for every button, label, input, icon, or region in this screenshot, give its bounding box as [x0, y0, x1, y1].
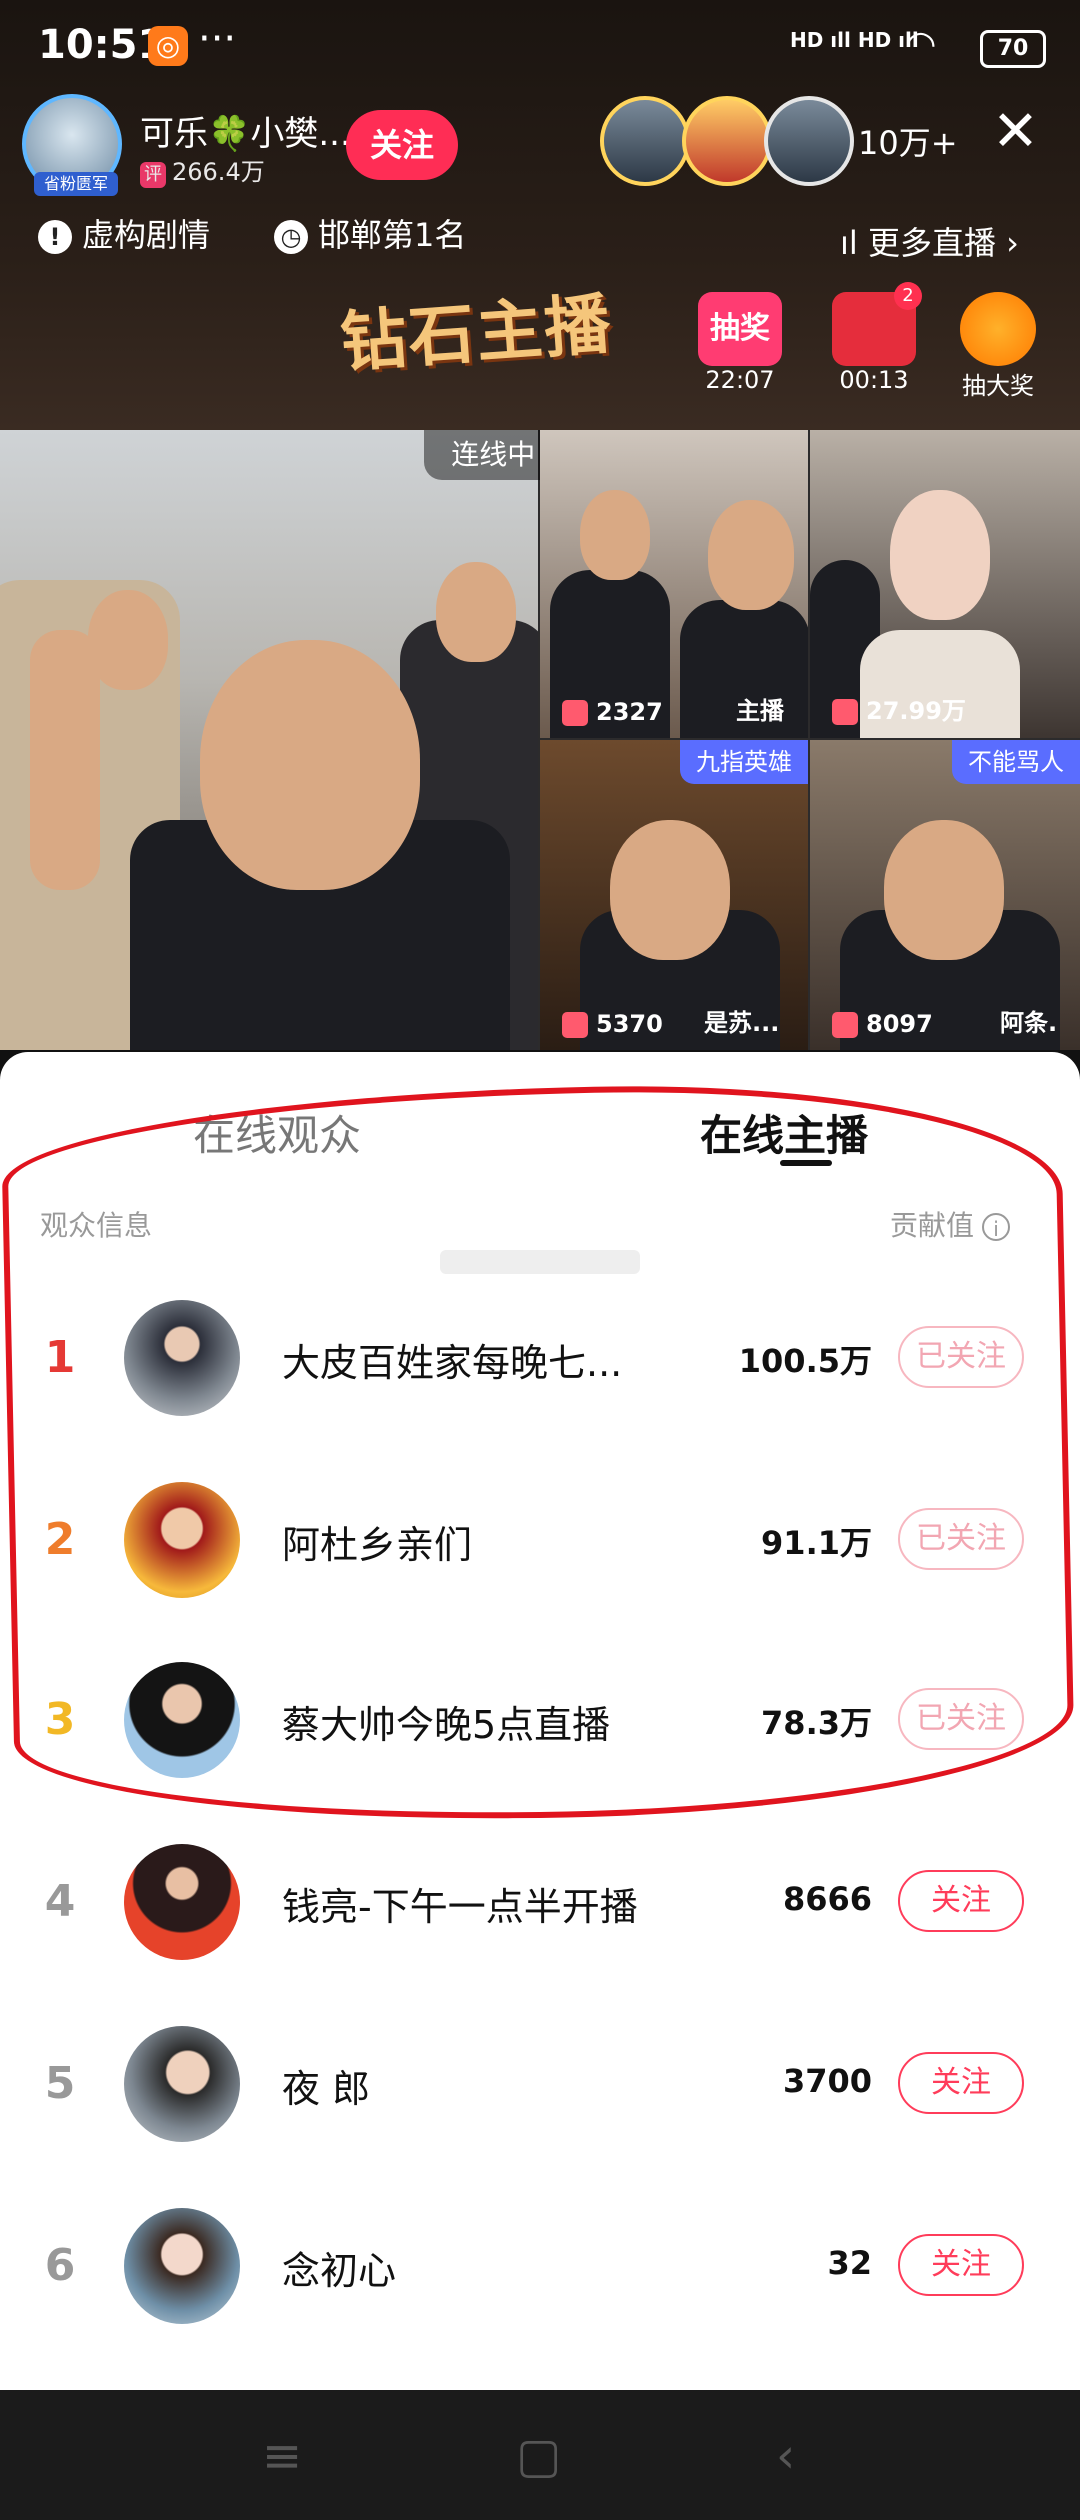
gift-chip[interactable]: 2 00:13 — [820, 282, 928, 394]
lottery-icon: 抽奖 — [698, 292, 782, 366]
tile-gift-value: 2327 — [596, 698, 663, 726]
tile-gift: 2327 — [562, 698, 663, 726]
tile-gift: 5370 — [562, 1010, 663, 1038]
gift-badge: 2 — [894, 282, 922, 310]
follow-button[interactable]: 关注 — [898, 1870, 1024, 1932]
host-score-value: 266.4万 — [172, 158, 265, 186]
host-name: 可乐🍀小樊... — [140, 114, 351, 154]
gift-icon: 2 — [832, 282, 922, 366]
status-time: 10:51 — [38, 22, 166, 68]
host-name: 念初心 — [282, 2249, 397, 2293]
chevron-right-icon: › — [1006, 224, 1019, 262]
tile-badge: 九指英雄 — [680, 740, 808, 784]
chip-fiction-label: 虚构剧情 — [82, 216, 211, 254]
home-icon[interactable]: ▢ — [516, 2428, 561, 2484]
viewer-avatar[interactable] — [600, 96, 690, 186]
avatar[interactable] — [124, 2208, 240, 2324]
app-icon: ◎ — [148, 26, 188, 66]
viewer-count[interactable]: 10万+ — [858, 118, 958, 164]
follow-button[interactable]: 关注 — [898, 2052, 1024, 2114]
status-bar: 10:51 ◎ ··· HD ıll HD ıll ◠ 70 — [0, 0, 1080, 90]
back-icon[interactable]: ‹ — [776, 2428, 795, 2484]
rank-number: 6 — [44, 2240, 76, 2291]
main-stream-tile[interactable] — [0, 430, 538, 1050]
contribution-value: 8666 — [782, 1880, 872, 1918]
prize-icon — [960, 292, 1036, 366]
contribution-value: 32 — [827, 2244, 872, 2282]
gift-icon — [562, 1012, 588, 1038]
rank-number: 5 — [44, 2058, 76, 2109]
network-indicator: HD ıll HD ıll — [790, 28, 919, 52]
system-nav-bar: ≡ ▢ ‹ — [0, 2390, 1080, 2520]
stream-tile[interactable]: 不能骂人 8097 阿条. — [810, 740, 1080, 1050]
tile-name: 主播 — [736, 697, 784, 725]
battery-icon: 70 — [980, 30, 1046, 68]
live-header: 10:51 ◎ ··· HD ıll HD ıll ◠ 70 省粉匮军 可乐🍀小… — [0, 0, 1080, 430]
chip-rank[interactable]: ◷ 邯郸第1名 — [274, 210, 466, 256]
gift-icon — [562, 700, 588, 726]
big-prize-label: 抽大奖 — [962, 372, 1034, 400]
follow-host-button[interactable]: 关注 — [346, 110, 458, 180]
score-icon: 评 — [140, 162, 166, 188]
follow-button[interactable]: 关注 — [898, 2234, 1024, 2296]
wifi-icon: ◠ — [905, 24, 937, 65]
avatar[interactable] — [124, 1844, 240, 1960]
lottery-time: 22:07 — [705, 366, 775, 394]
tile-gift-value: 27.99万 — [866, 697, 966, 725]
host-name: 钱亮-下午一点半开播 — [282, 1885, 638, 1929]
tile-gift-value: 8097 — [866, 1010, 933, 1038]
contribution-value: 3700 — [782, 2062, 872, 2100]
chip-fiction[interactable]: ! 虚构剧情 — [38, 210, 210, 256]
gift-time: 00:13 — [839, 366, 909, 394]
red-annotation-circle — [0, 1076, 1076, 1830]
more-live-link[interactable]: ıl 更多直播 › — [840, 218, 1019, 264]
co-stream-video[interactable]: 连线中 06:15 2327 主播 27.99万 九指英雄 5370 是苏...… — [0, 430, 1080, 1050]
viewer-avatar[interactable] — [764, 96, 854, 186]
host-badge: 省粉匮军 — [34, 172, 118, 196]
list-item[interactable]: 4 钱亮-下午一点半开播 8666 关注 — [0, 1814, 1080, 1994]
clock-icon: ◷ — [274, 220, 308, 254]
menu-icon[interactable]: ≡ — [262, 2428, 302, 2484]
list-item[interactable]: 5 夜 郎 3700 关注 — [0, 1996, 1080, 2176]
stream-tile[interactable]: 九指英雄 5370 是苏... — [540, 740, 808, 1050]
diamond-host-banner: 钻石主播 — [337, 284, 615, 382]
avatar[interactable] — [124, 2026, 240, 2142]
lottery-chip[interactable]: 抽奖 22:07 — [686, 292, 794, 394]
rank-number: 4 — [44, 1876, 76, 1927]
host-name: 夜 郎 — [282, 2067, 371, 2111]
tile-gift: 27.99万 — [832, 691, 966, 726]
tile-name: 阿条. — [1000, 1009, 1058, 1037]
tile-name: 是苏... — [704, 1009, 780, 1037]
gift-icon — [832, 1012, 858, 1038]
tile-gift: 8097 — [832, 1010, 933, 1038]
stream-tile[interactable]: 27.99万 — [810, 430, 1080, 738]
tile-gift-value: 5370 — [596, 1010, 663, 1038]
list-item[interactable]: 6 念初心 32 关注 — [0, 2178, 1080, 2358]
big-prize-chip[interactable]: 抽大奖 — [944, 292, 1052, 400]
host-score: 评 266.4万 — [140, 152, 265, 188]
warning-icon: ! — [38, 220, 72, 254]
viewer-avatar[interactable] — [682, 96, 772, 186]
more-live-label: 更多直播 — [867, 224, 996, 262]
host-avatar[interactable]: 省粉匮军 — [22, 94, 122, 196]
gift-icon — [832, 699, 858, 725]
stream-tile[interactable]: 2327 主播 — [540, 430, 808, 738]
bar-chart-icon: ıl — [840, 224, 858, 262]
status-dots: ··· — [198, 16, 237, 62]
close-icon[interactable]: ✕ — [992, 104, 1039, 160]
chip-rank-label: 邯郸第1名 — [318, 216, 467, 254]
tile-badge: 不能骂人 — [952, 740, 1080, 784]
